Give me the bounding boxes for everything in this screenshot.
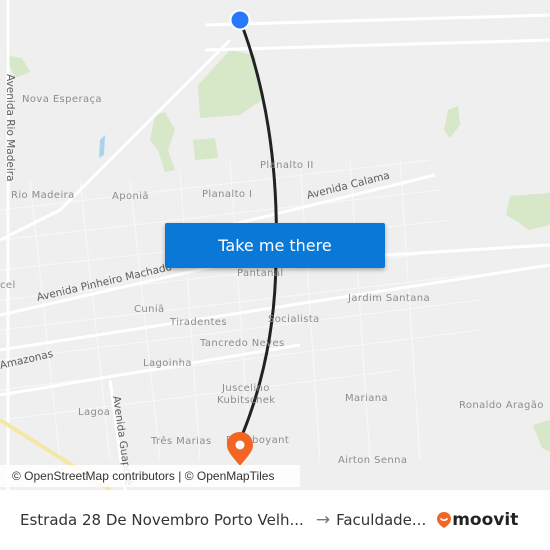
map-label: Ronaldo Aragão <box>459 400 544 411</box>
map-label: Tancredo Neves <box>200 338 285 349</box>
map-label: Pantanal <box>237 268 284 279</box>
map[interactable]: Nova Esperaça Planalto II Rio Madeira Ap… <box>0 0 550 490</box>
take-me-there-button[interactable]: Take me there <box>165 223 385 268</box>
park-area <box>444 106 460 138</box>
origin-marker[interactable] <box>228 8 252 32</box>
park-area <box>193 138 218 160</box>
map-label: Planalto I <box>202 189 253 200</box>
road-label: Avenida Rio Madeira <box>4 74 16 182</box>
arrow-right-icon: → <box>315 510 331 530</box>
brand-name: moovit <box>452 510 519 530</box>
moovit-pin-icon <box>437 512 452 528</box>
map-label: Cuniã <box>134 304 165 315</box>
map-attribution[interactable]: © OpenStreetMap contributors | © OpenMap… <box>0 465 300 487</box>
origin-name: Estrada 28 De Novembro Porto Velh... <box>20 511 304 529</box>
map-label: Nova Esperaça <box>22 94 102 105</box>
map-label: Rio Madeira <box>11 190 75 201</box>
destination-pin-icon[interactable] <box>226 430 254 470</box>
map-label: Juscelino <box>222 383 270 394</box>
map-label: Três Marias <box>151 436 212 447</box>
map-label: Lagoinha <box>143 358 192 369</box>
map-label: Kubitschek <box>217 395 276 406</box>
park-area <box>533 420 550 452</box>
map-label: Tiradentes <box>170 317 227 328</box>
map-label: Lagoa <box>78 407 111 418</box>
map-label: Jardim Santana <box>348 293 430 304</box>
map-label: Mariana <box>345 393 389 404</box>
park-area <box>506 193 550 230</box>
destination-name: Faculdade... <box>336 511 427 529</box>
map-label: cel <box>0 280 16 291</box>
map-label: Socialista <box>268 314 320 325</box>
moovit-logo[interactable]: moovit <box>436 510 518 530</box>
footer-bar: Estrada 28 De Novembro Porto Velh... → F… <box>0 490 550 550</box>
map-label: Planalto II <box>260 160 314 171</box>
map-label: Aponiã <box>112 191 149 202</box>
park-area <box>150 112 175 172</box>
map-label: Airton Senna <box>338 455 408 466</box>
